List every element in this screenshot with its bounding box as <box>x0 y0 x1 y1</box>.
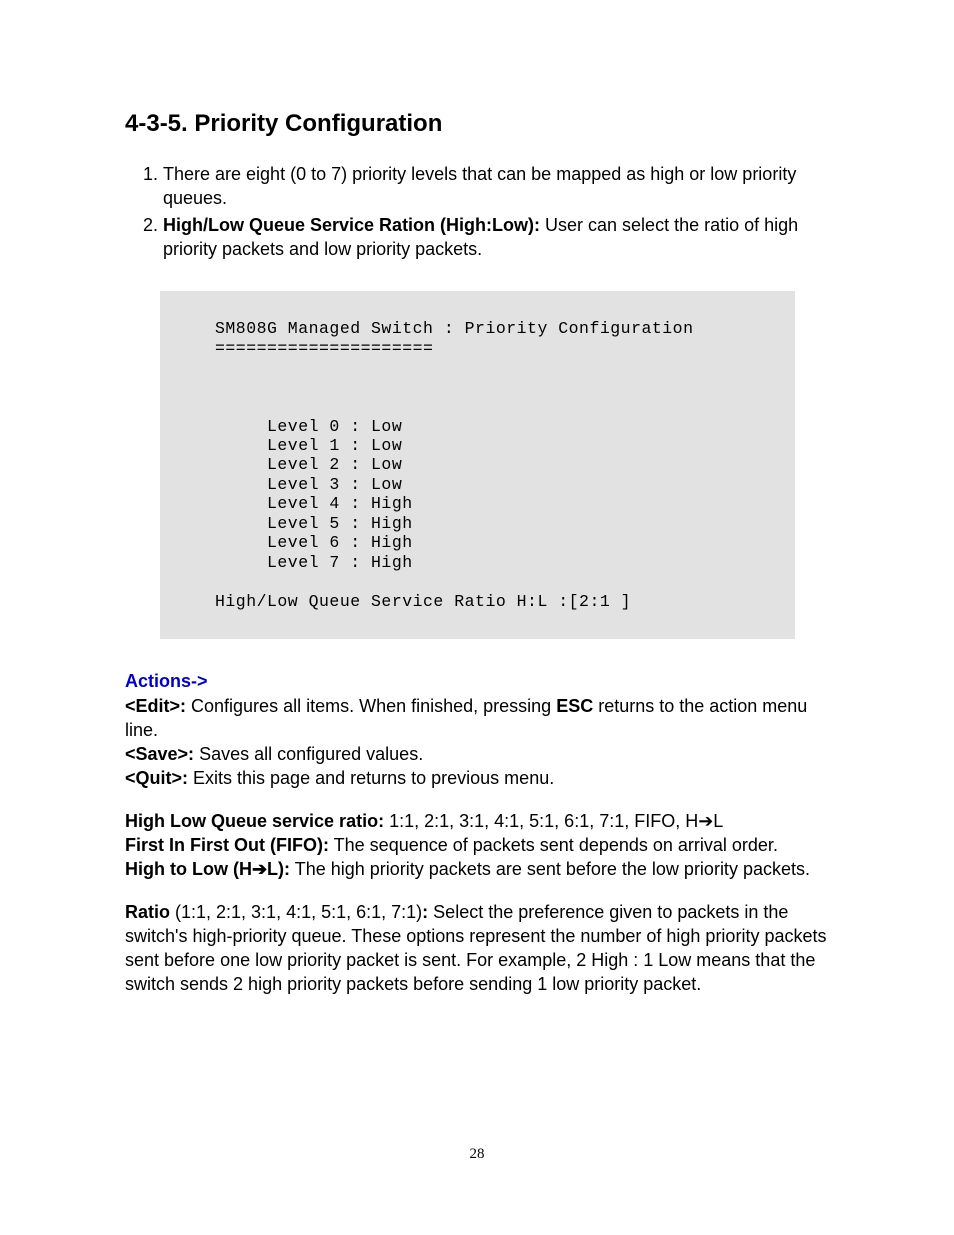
terminal-level-line: Level 3 : Low <box>215 475 775 494</box>
terminal-level-line: Level 7 : High <box>215 553 775 572</box>
edit-action-label: <Edit>: <box>125 696 186 716</box>
edit-action-text: Configures all items. When finished, pre… <box>186 696 556 716</box>
terminal-level-line: Level 4 : High <box>215 494 775 513</box>
htol-text: The high priority packets are sent befor… <box>290 859 810 879</box>
terminal-blank <box>215 397 225 416</box>
terminal-level-line: Level 1 : Low <box>215 436 775 455</box>
terminal-level-line: Level 6 : High <box>215 533 775 552</box>
terminal-level-line: Level 0 : Low <box>215 417 775 436</box>
save-action-label: <Save>: <box>125 744 194 764</box>
hlq-ratio-label: High Low Queue service ratio: <box>125 811 384 831</box>
terminal-ratio-line: High/Low Queue Service Ratio H:L :[2:1 ] <box>215 592 775 611</box>
ratio-label: Ratio <box>125 902 170 922</box>
page-content: 4-3-5. Priority Configuration There are … <box>0 0 954 1235</box>
quit-action-text: Exits this page and returns to previous … <box>188 768 554 788</box>
terminal-line: ===================== <box>215 339 775 358</box>
fifo-label: First In First Out (FIFO): <box>125 835 329 855</box>
actions-block: Actions-> <Edit>: Configures all items. … <box>125 669 829 790</box>
list-item: High/Low Queue Service Ration (High:Low)… <box>163 213 829 262</box>
terminal-line: SM808G Managed Switch : Priority Configu… <box>215 319 775 338</box>
intro-list: There are eight (0 to 7) priority levels… <box>125 162 829 261</box>
fifo-text: The sequence of packets sent depends on … <box>329 835 778 855</box>
list-item-bold: High/Low Queue Service Ration (High:Low)… <box>163 215 540 235</box>
hlq-block: High Low Queue service ratio: 1:1, 2:1, … <box>125 809 829 882</box>
terminal-screenshot: SM808G Managed Switch : Priority Configu… <box>160 291 795 639</box>
esc-key: ESC <box>556 696 593 716</box>
actions-label: Actions-> <box>125 671 208 691</box>
hlq-ratio-text: 1:1, 2:1, 3:1, 4:1, 5:1, 6:1, 7:1, FIFO,… <box>384 811 723 831</box>
terminal-level-line: Level 5 : High <box>215 514 775 533</box>
page-number: 28 <box>0 1146 954 1163</box>
terminal-blank <box>215 378 225 397</box>
htol-label: High to Low (H➔L): <box>125 859 290 879</box>
terminal-level-line: Level 2 : Low <box>215 455 775 474</box>
quit-action-label: <Quit>: <box>125 768 188 788</box>
ratio-block: Ratio (1:1, 2:1, 3:1, 4:1, 5:1, 6:1, 7:1… <box>125 900 829 997</box>
section-title: 4-3-5. Priority Configuration <box>125 110 829 138</box>
ratio-paren: (1:1, 2:1, 3:1, 4:1, 5:1, 6:1, 7:1) <box>170 902 422 922</box>
list-item: There are eight (0 to 7) priority levels… <box>163 162 829 211</box>
save-action-text: Saves all configured values. <box>194 744 423 764</box>
